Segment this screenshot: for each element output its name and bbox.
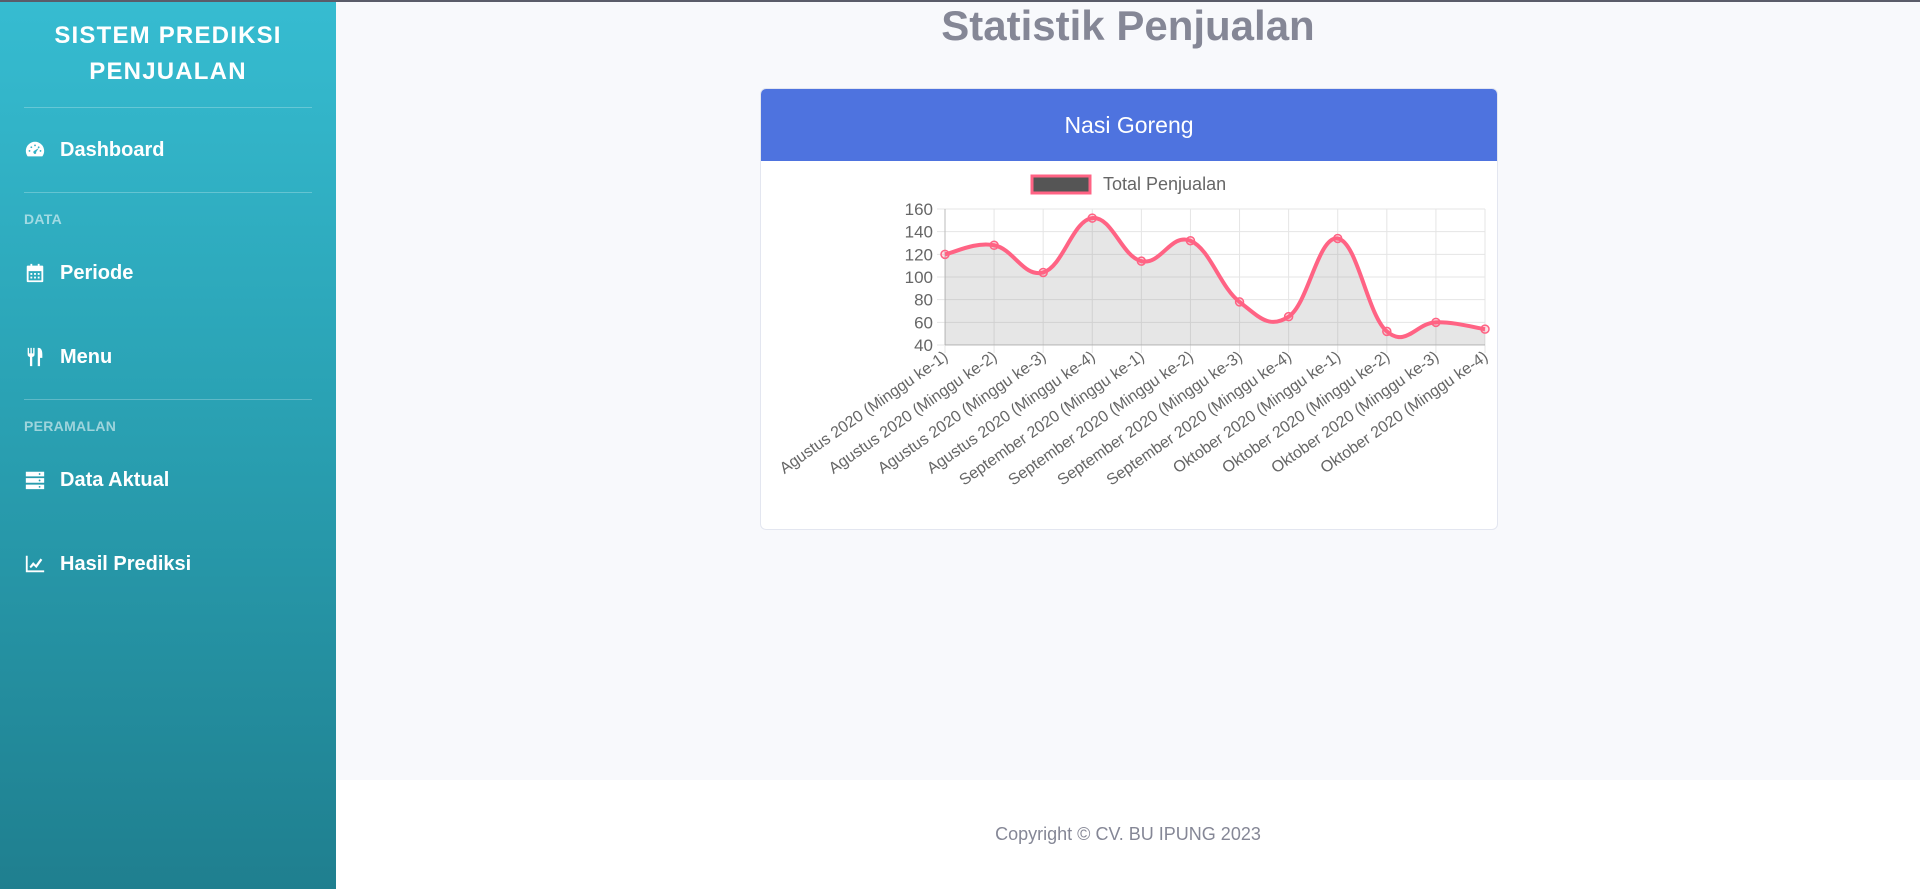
legend-label: Total Penjualan bbox=[1103, 174, 1226, 194]
server-icon bbox=[25, 471, 45, 490]
data-point bbox=[1283, 311, 1294, 322]
main-content: Statistik Penjualan Nasi Goreng Total Pe… bbox=[336, 0, 1920, 780]
sales-line-chart[interactable]: Total Penjualan406080100120140160Agustus… bbox=[761, 161, 1497, 530]
tachometer-icon bbox=[25, 141, 45, 157]
sidebar-item-hasil-prediksi[interactable]: Hasil Prediksi bbox=[0, 522, 336, 606]
sidebar-item-label: Hasil Prediksi bbox=[60, 552, 192, 575]
y-tick-label: 160 bbox=[905, 200, 933, 219]
legend-swatch bbox=[1030, 174, 1092, 195]
sidebar-item-menu[interactable]: Menu bbox=[0, 315, 336, 399]
y-tick-label: 80 bbox=[914, 291, 933, 310]
sidebar-item-label: Periode bbox=[60, 261, 134, 284]
sidebar-item-label: Menu bbox=[60, 345, 113, 368]
card-title: Nasi Goreng bbox=[761, 89, 1497, 161]
data-point bbox=[1431, 317, 1441, 328]
sidebar-item-label: Data Aktual bbox=[60, 468, 170, 491]
y-tick-label: 120 bbox=[905, 245, 933, 264]
footer: Copyright © CV. BU IPUNG 2023 bbox=[336, 780, 1920, 889]
data-point bbox=[1038, 267, 1048, 278]
calendar-icon bbox=[26, 263, 44, 283]
data-point bbox=[1234, 297, 1245, 307]
card-body: Total Penjualan 40 60 80 100 120 140 160 Agustus… bbox=[761, 161, 1497, 530]
data-point bbox=[940, 249, 950, 260]
y-tick-label: 100 bbox=[905, 268, 933, 287]
page-title: Statistik Penjualan bbox=[941, 2, 1315, 49]
sidebar-heading-data: DATA bbox=[24, 211, 63, 227]
window-top-border bbox=[0, 0, 1920, 2]
data-point bbox=[1382, 326, 1392, 337]
sidebar-item-periode[interactable]: Periode bbox=[0, 231, 336, 315]
sidebar-item-data-aktual[interactable]: Data Aktual bbox=[0, 438, 336, 522]
data-point bbox=[1087, 213, 1098, 223]
sidebar-heading-peramalan: PERAMALAN bbox=[24, 418, 117, 434]
data-point bbox=[1185, 235, 1196, 246]
chart-legend: Total Penjualan bbox=[1030, 174, 1226, 195]
data-point bbox=[1332, 233, 1343, 244]
data-point bbox=[1136, 256, 1147, 266]
data-point bbox=[989, 240, 999, 251]
sidebar-item-label: Dashboard bbox=[60, 138, 165, 161]
series-area-fill bbox=[945, 217, 1485, 345]
utensils-icon bbox=[27, 347, 43, 367]
sidebar-item-dashboard[interactable]: Dashboard bbox=[0, 108, 336, 192]
chart-line-icon bbox=[25, 555, 45, 573]
y-tick-label: 60 bbox=[914, 313, 933, 332]
sidebar: SISTEM PREDIKSI PENJUALAN Dashboard DATA… bbox=[0, 0, 336, 889]
y-tick-label: 140 bbox=[905, 223, 933, 242]
data-point bbox=[1480, 324, 1490, 334]
chart-card: Nasi Goreng Total Penjualan 40 60 80 100 120 1… bbox=[760, 88, 1498, 530]
brand-title[interactable]: SISTEM PREDIKSI PENJUALAN bbox=[0, 0, 336, 107]
copyright-text: Copyright © CV. BU IPUNG 2023 bbox=[995, 824, 1261, 844]
y-tick-label: 40 bbox=[914, 336, 933, 355]
